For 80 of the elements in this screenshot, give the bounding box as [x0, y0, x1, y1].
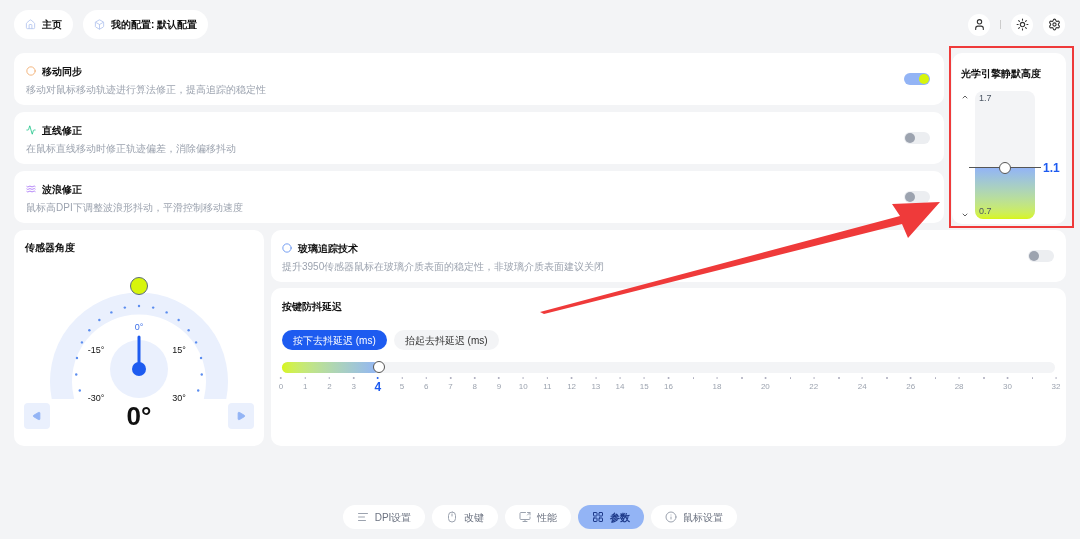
setting-description: 在鼠标直线移动时修正轨迹偏差，消除偏移抖动: [26, 143, 236, 154]
setting-title: 直线修正: [42, 123, 82, 138]
toggle-switch[interactable]: [1028, 250, 1054, 262]
tick-label: 5: [399, 382, 405, 391]
tick-label: 22: [809, 382, 819, 391]
profile-tab[interactable]: 我的配置: 默认配置: [83, 10, 209, 39]
setting-description: 移动对鼠标移动轨迹进行算法修正，提高追踪的稳定性: [26, 84, 266, 95]
tick-label: 24: [857, 382, 867, 391]
settings-icon: [1047, 18, 1061, 31]
tick-label: 32: [1051, 382, 1061, 391]
nav-tab[interactable]: 参数: [578, 505, 645, 529]
right-triangle-icon: [236, 411, 246, 421]
user-button[interactable]: [968, 13, 990, 36]
nav-tab[interactable]: 改键: [432, 505, 499, 529]
height-track[interactable]: [975, 91, 1035, 219]
cube-icon: [94, 19, 105, 30]
toggle-switch[interactable]: [904, 191, 930, 203]
dial-handle[interactable]: [130, 277, 148, 295]
tick-label: 6: [424, 382, 429, 391]
tick-label: 16: [664, 382, 673, 391]
tick-label: 14: [615, 382, 625, 391]
ring-icon: [26, 66, 36, 76]
mouse-icon: [446, 511, 459, 523]
setting-description: 鼠标高DPI下调整波浪形抖动，平滑控制移动速度: [26, 202, 243, 213]
nav-tab[interactable]: DPI设置: [342, 505, 426, 529]
home-tab[interactable]: 主页: [14, 10, 73, 39]
tick-label: 12: [567, 382, 577, 391]
toggle-switch[interactable]: [904, 132, 930, 144]
angle-reading: 0°: [126, 403, 152, 429]
tick-label: 8: [472, 382, 477, 391]
ring-icon: [282, 243, 292, 253]
nav-tab[interactable]: 鼠标设置: [651, 505, 738, 529]
tick-label: 9: [496, 382, 502, 391]
angle-label: -15°: [87, 346, 105, 355]
height-value: 1.1: [1043, 161, 1060, 174]
panel-title: 光学引擎静默高度: [961, 67, 1042, 81]
angle-label: 30°: [172, 394, 186, 403]
tick-label: 7: [448, 382, 453, 391]
user-icon: [972, 18, 986, 31]
screen-icon: [519, 511, 532, 523]
tick-label: 20: [760, 382, 770, 391]
card-title: 按键防抖延迟: [282, 300, 343, 314]
zigzag-icon: [26, 125, 36, 135]
angle-label: 15°: [172, 346, 186, 355]
tick-label: 2: [327, 382, 332, 391]
delay-track[interactable]: [282, 362, 1055, 373]
tick-label: 15: [639, 382, 649, 391]
tick-label: 0: [278, 382, 284, 391]
tick-label: 26: [906, 382, 916, 391]
grid-icon: [592, 511, 605, 523]
waves-icon: [26, 184, 36, 194]
sun-button[interactable]: [1011, 13, 1033, 36]
tick-label: 4: [374, 380, 382, 393]
house-icon: [25, 19, 36, 30]
setting-title: 移动同步: [42, 64, 82, 79]
max-value: 1.7: [979, 94, 992, 103]
setting-description: 提升3950传感器鼠标在玻璃介质表面的稳定性，非玻璃介质表面建议关闭: [282, 261, 605, 272]
info-icon: [665, 511, 678, 523]
tick-label: 11: [543, 382, 552, 391]
tick-label: 3: [351, 382, 356, 391]
tick-label: 13: [591, 382, 601, 391]
min-value: 0.7: [979, 207, 992, 216]
tick-label: 1: [303, 382, 308, 391]
left-triangle-icon: [32, 411, 42, 421]
setting-title: 玻璃追踪技术: [298, 241, 358, 256]
tick-label: 10: [518, 382, 528, 391]
angle-label: -30°: [87, 394, 105, 403]
sun-icon: [1015, 18, 1029, 31]
bars-icon: [356, 511, 369, 523]
angle-label: 0°: [134, 323, 144, 332]
nav-tab[interactable]: 性能: [505, 505, 572, 529]
card-title: 传感器角度: [24, 241, 76, 255]
tick-label: 18: [712, 382, 722, 391]
toggle-switch[interactable]: [904, 73, 930, 85]
tick-label: 30: [1003, 382, 1012, 391]
setting-title: 波浪修正: [42, 182, 82, 197]
debounce-tab[interactable]: 抬起去抖延迟 (ms): [393, 330, 499, 350]
settings-button[interactable]: [1043, 13, 1065, 36]
tick-label: 28: [954, 382, 964, 391]
debounce-tab[interactable]: 按下去抖延迟 (ms): [282, 330, 387, 350]
